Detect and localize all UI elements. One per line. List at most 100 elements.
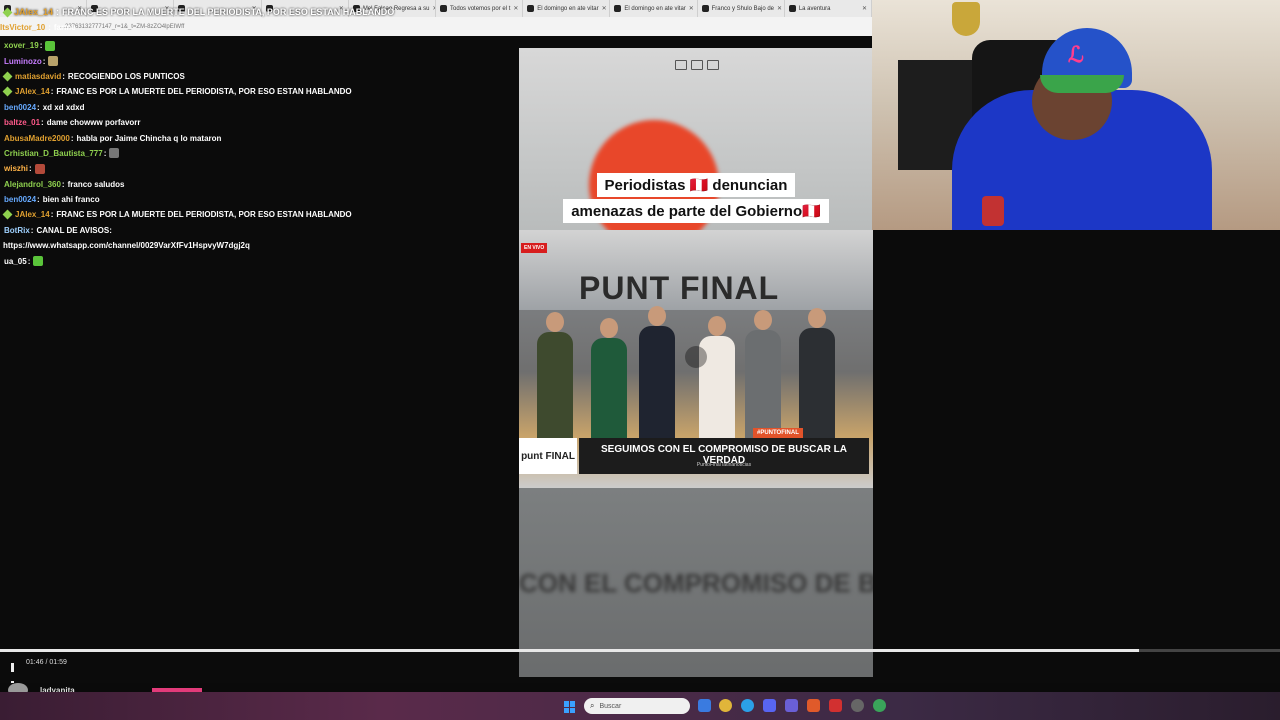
video-player[interactable]: Periodistas 🇵🇪 denuncian amenazas de par…: [519, 48, 873, 677]
brave-icon[interactable]: [807, 699, 820, 712]
close-icon[interactable]: ✕: [513, 5, 518, 12]
emote-icon: [34, 163, 45, 174]
chat-username[interactable]: AbusaMadre2000: [4, 134, 70, 143]
address-bar[interactable]: ...23763132777147_r=1&_t=ZM-8zZO4lpEIWff: [0, 20, 872, 34]
trophy: [952, 2, 980, 36]
chat-text: xd xd xdxd: [42, 102, 85, 112]
channel-logo: punt FINAL: [519, 438, 577, 474]
taskbar-app-icon[interactable]: [698, 699, 711, 712]
studio-wall-word: PUNT FINAL: [579, 270, 780, 306]
close-icon[interactable]: ✕: [862, 5, 867, 12]
tab-favicon-icon: [701, 5, 709, 12]
tab-favicon-icon: [440, 5, 448, 12]
chat-username[interactable]: JAlex_14: [15, 87, 50, 96]
chat-username[interactable]: BotRix: [4, 226, 30, 235]
emote-icon: [109, 148, 120, 159]
webcam-feed: ℒ: [872, 0, 1280, 230]
chat-username[interactable]: Alejandrol_360: [4, 180, 61, 189]
chat-username[interactable]: Crhistian_D_Bautista_777: [4, 149, 103, 158]
tab-favicon-icon: [788, 5, 796, 12]
taskbar-app-icon[interactable]: [785, 699, 798, 712]
tab-favicon-icon: [527, 5, 535, 12]
chat-username[interactable]: baltze_01: [4, 118, 40, 127]
browser-tab[interactable]: Todos votemos por el t ✕: [436, 0, 524, 17]
chat-message: Alejandrol_360 : franco saludos: [4, 179, 125, 189]
windows-start-icon[interactable]: [564, 701, 576, 713]
headline: Periodistas 🇵🇪 denuncian amenazas de par…: [519, 172, 873, 224]
chat-username[interactable]: JAlex_14: [15, 210, 50, 219]
captions-icon[interactable]: [691, 60, 703, 70]
browser-tab[interactable]: El domingo en ate vitar ✕: [523, 0, 611, 17]
lower-third: SEGUIMOS CON EL COMPROMISO DE BUSCAR LA …: [579, 438, 869, 474]
chat-username[interactable]: Luminozo: [4, 57, 42, 66]
chat-username[interactable]: ben0024: [4, 103, 36, 112]
person: [639, 306, 675, 442]
chat-badge-icon: [2, 71, 13, 82]
pip-icon[interactable]: [675, 60, 687, 70]
chat-message: ua_05 :: [0, 253, 519, 268]
obs-icon[interactable]: [851, 699, 864, 712]
settings-icon[interactable]: [707, 60, 719, 70]
overlay-chat-message-2: ItsVictor_10: farme: [0, 23, 76, 32]
search-icon: ⌕: [590, 701, 595, 710]
progress-bar[interactable]: [0, 649, 1280, 652]
chat-message: https://www.whatsapp.com/channel/0029Var…: [0, 238, 519, 253]
tab-label: Todos votemos por el t: [450, 5, 511, 12]
studio-wall: PUNT FINAL: [519, 230, 873, 310]
chat-text: habla por Jaime Chincha q lo mataron: [76, 133, 222, 143]
chat-message: xover_19 :: [0, 38, 519, 53]
overlay-chat-message: JAlex_14: FRANC ES POR LA MUERTE DEL PER…: [0, 6, 394, 18]
chat-username[interactable]: wiszhi: [4, 164, 28, 173]
tab-label: Franco y Shulo Bajo de: [711, 5, 774, 12]
red-mug: [982, 196, 1004, 226]
chat-text: FRANC ES POR LA MUERTE DEL PERIODISTA, P…: [56, 210, 352, 220]
chat-message: matiasdavid : RECOGIENDO LOS PUNTICOS: [0, 69, 519, 84]
chat-text: CANAL DE AVISOS:: [36, 225, 112, 235]
tab-label: La aventura: [798, 5, 831, 12]
chat-message: baltze_01 : dame chowww porfavorr: [4, 118, 141, 128]
close-icon[interactable]: ✕: [602, 5, 607, 12]
overlay-chat-text: farme: [53, 23, 76, 32]
chat-badge-icon: [2, 86, 13, 97]
headline-line-1: Periodistas 🇵🇪 denuncian: [596, 173, 796, 197]
emote-icon: [48, 56, 59, 67]
chrome-icon[interactable]: [719, 699, 732, 712]
chat-username[interactable]: matiasdavid: [15, 72, 61, 81]
lower-third-sub: PuntoFinal latinanoticias: [696, 462, 752, 468]
browser-tab[interactable]: La aventura ✕: [785, 0, 872, 17]
taskbar-app-icon[interactable]: [873, 699, 886, 712]
emote-icon: [45, 40, 56, 51]
chat-username[interactable]: ua_05: [4, 257, 27, 266]
blurred-caption: CON EL COMPROMISO DE BUSCAR L: [519, 568, 873, 598]
recorder-icon[interactable]: [829, 699, 842, 712]
browser-tab[interactable]: Franco y Shulo Bajo de ✕: [698, 0, 785, 17]
close-icon[interactable]: ✕: [689, 5, 694, 12]
close-icon[interactable]: ✕: [777, 5, 782, 12]
overlay-chat-text: FRANC ES POR LA MUERTE DEL PERIODISTA, P…: [62, 7, 395, 17]
chat-username[interactable]: xover_19: [4, 41, 39, 50]
chat-text: FRANC ES POR LA MUERTE DEL PERIODISTA, P…: [56, 87, 352, 97]
overlay-chat-user: JAlex_14: [14, 7, 54, 17]
person: [537, 312, 573, 442]
chat-username[interactable]: ben0024: [4, 195, 36, 204]
discord-icon[interactable]: [763, 699, 776, 712]
tab-label: El domingo en ate vitar: [537, 5, 599, 12]
edge-icon[interactable]: [741, 699, 754, 712]
cap-logo: ℒ: [1068, 42, 1084, 67]
progress-fill: [0, 649, 1140, 652]
browser-tab[interactable]: El domingo en ate vitar ✕: [610, 0, 698, 17]
chat-text: https://www.whatsapp.com/channel/0029Var…: [3, 241, 250, 251]
live-badge: EN VIVO: [521, 243, 548, 253]
chat-message: AbusaMadre2000 : habla por Jaime Chincha …: [4, 133, 222, 143]
time-readout: 01:46 / 01:59: [26, 659, 67, 666]
chat-message: JAlex_14 : FRANC ES POR LA MUERTE DEL PER…: [0, 84, 519, 99]
chat-message: Luminozo :: [0, 53, 519, 68]
headline-line-2: amenazas de parte del Gobierno🇵🇪: [563, 199, 829, 223]
person: [591, 318, 627, 442]
person: [745, 310, 781, 442]
play-icon[interactable]: [685, 346, 707, 368]
cap-brim: [1040, 75, 1124, 93]
pause-icon[interactable]: [11, 659, 19, 690]
chat-text: bien ahi franco: [42, 195, 100, 205]
taskbar-search[interactable]: ⌕ Buscar: [584, 698, 690, 714]
